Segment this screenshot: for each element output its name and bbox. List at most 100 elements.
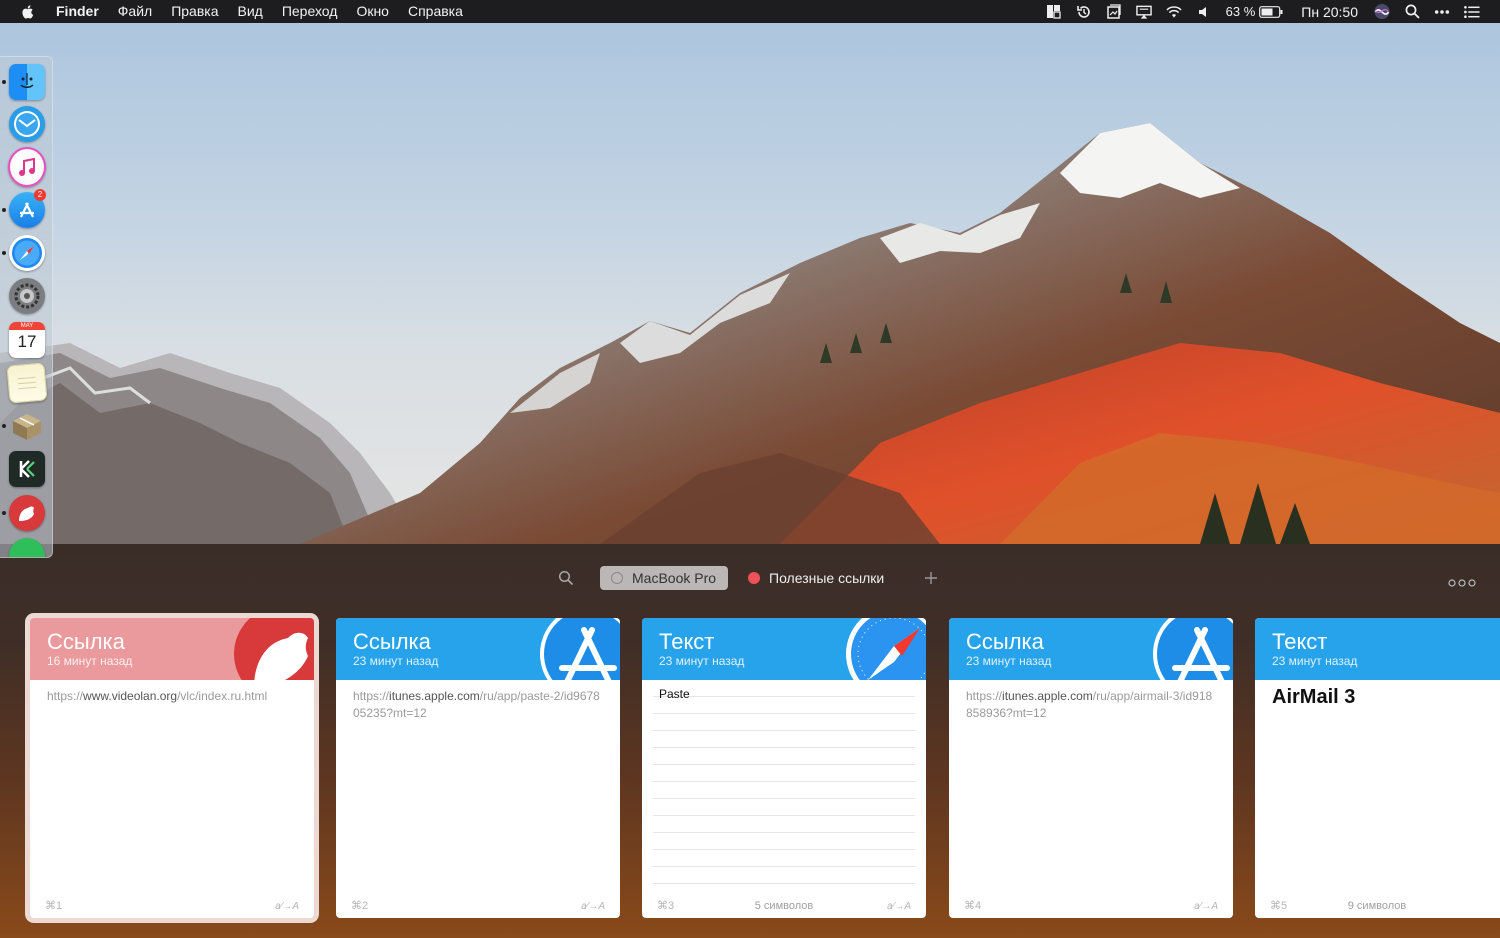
card-footer: ⌘2 a⁄→A (336, 894, 620, 918)
card-timestamp: 16 минут назад (47, 654, 133, 668)
add-pinboard-icon[interactable] (923, 570, 939, 586)
dock-app-store[interactable]: 2 (2, 189, 46, 229)
finder-icon (9, 64, 45, 100)
running-indicator (2, 511, 6, 515)
card-timestamp: 23 минут назад (353, 654, 439, 668)
card-text[interactable]: Paste (659, 687, 690, 701)
dock-finder[interactable] (2, 63, 46, 101)
card-shortcut: ⌘1 (45, 900, 63, 912)
text-format-icon[interactable]: a⁄→A (581, 901, 605, 912)
dock-bear[interactable] (2, 494, 46, 532)
running-indicator (2, 80, 6, 84)
card-header: Ссылка 23 минут назад (949, 618, 1233, 680)
safari-icon (9, 235, 45, 271)
url-path: /vlc/index.ru.html (177, 689, 268, 703)
volume-icon[interactable] (1196, 4, 1212, 20)
clipboard-card-1[interactable]: Ссылка 16 минут назад https://www.videol… (30, 618, 314, 918)
app-store-icon (1151, 618, 1233, 680)
time-machine-icon[interactable] (1076, 4, 1092, 20)
box-icon (9, 408, 45, 444)
pinboard-tab-links[interactable]: Полезные ссылки (748, 566, 884, 590)
card-header: Ссылка 16 минут назад (30, 618, 314, 680)
more-options-icon[interactable] (1448, 574, 1476, 587)
card-link[interactable]: https://www.videolan.org/vlc/index.ru.ht… (47, 688, 296, 705)
menu-bar: Finder Файл Правка Вид Переход Окно Спра… (0, 0, 1500, 23)
grid-layout-icon[interactable] (1046, 4, 1062, 20)
menu-edit[interactable]: Правка (171, 0, 218, 23)
menu-window[interactable]: Окно (356, 0, 389, 23)
siri-icon[interactable] (1374, 3, 1390, 20)
airmail-icon (9, 106, 45, 142)
kaleidoscope-icon (9, 451, 45, 487)
card-body: https://itunes.apple.com/ru/app/paste-2/… (336, 680, 620, 918)
app-store-badge: 2 (34, 189, 46, 201)
green-app-icon (9, 538, 45, 557)
text-format-icon[interactable]: a⁄→A (887, 901, 911, 912)
search-icon[interactable] (558, 570, 574, 586)
notification-center-icon[interactable] (1464, 4, 1480, 20)
dock-itunes[interactable] (8, 147, 46, 187)
card-link[interactable]: https://itunes.apple.com/ru/app/airmail-… (966, 688, 1215, 722)
card-footer: ⌘3 5 символов a⁄→A (642, 894, 926, 918)
url-scheme: https:// (353, 689, 390, 703)
dock-extra-app[interactable] (8, 537, 46, 557)
running-indicator (2, 251, 6, 255)
notes-stack-icon[interactable] (1106, 3, 1122, 20)
dock-airmail[interactable] (8, 105, 46, 143)
card-text[interactable]: AirMail 3 (1272, 686, 1355, 709)
card-timestamp: 23 минут назад (659, 654, 745, 668)
ruled-paper (653, 680, 915, 884)
card-body: https://www.videolan.org/vlc/index.ru.ht… (30, 680, 314, 918)
clipboard-card-3[interactable]: Текст 23 минут назад Paste ⌘3 5 символов… (642, 618, 926, 918)
clipboard-card-4[interactable]: Ссылка 23 минут назад https://itunes.app… (949, 618, 1233, 918)
dock: 2 MAY 17 (0, 56, 53, 558)
dock-calendar[interactable]: MAY 17 (8, 321, 46, 359)
url-scheme: https:// (966, 689, 1003, 703)
dock-safari[interactable] (2, 234, 46, 272)
url-host: www.videolan.org (83, 689, 178, 703)
dock-archive[interactable] (2, 407, 46, 445)
text-format-icon[interactable]: a⁄→A (1194, 901, 1218, 912)
menu-file[interactable]: Файл (118, 0, 152, 23)
apple-menu-icon[interactable] (20, 4, 36, 20)
app-store-icon (538, 618, 620, 680)
more-dots-icon[interactable] (1434, 4, 1450, 20)
menu-go[interactable]: Переход (282, 0, 338, 23)
wifi-icon[interactable] (1166, 4, 1182, 20)
card-type: Ссылка (353, 629, 431, 654)
url-scheme: https:// (47, 689, 84, 703)
menu-help[interactable]: Справка (408, 0, 463, 23)
pinboard-tab-label: Полезные ссылки (769, 570, 885, 586)
airplay-icon[interactable] (1135, 4, 1152, 20)
menu-view[interactable]: Вид (238, 0, 263, 23)
dock-system-preferences[interactable] (8, 277, 46, 315)
notes-icon (6, 362, 48, 404)
dock-kaleidoscope[interactable] (8, 450, 46, 488)
paste-panel: MacBook Pro Полезные ссылки Ссылка 16 ми… (0, 544, 1500, 938)
gear-icon (9, 278, 45, 314)
dock-notes[interactable] (6, 362, 48, 404)
spotlight-search-icon[interactable] (1404, 4, 1420, 20)
pinboard-color-dot (748, 572, 760, 584)
card-timestamp: 23 минут назад (1272, 654, 1358, 668)
card-header: Ссылка 23 минут назад (336, 618, 620, 680)
battery-icon[interactable] (1259, 4, 1283, 20)
menu-app-finder[interactable]: Finder (56, 0, 99, 23)
calendar-icon: MAY 17 (9, 322, 45, 358)
card-footer: ⌘5 9 символов (1255, 894, 1500, 918)
pinboard-tab-macbook[interactable]: MacBook Pro (600, 566, 728, 590)
battery-percent: 63 % (1225, 4, 1256, 19)
card-body: https://itunes.apple.com/ru/app/airmail-… (949, 680, 1233, 918)
bear-icon (9, 495, 45, 531)
url-host: itunes.apple.com (389, 689, 480, 703)
char-count: 5 символов (754, 900, 814, 912)
card-header: Текст 23 минут назад (642, 618, 926, 680)
clipboard-card-5[interactable]: Текст 23 минут назад AirMail 3 ⌘5 9 симв… (1255, 618, 1500, 918)
desktop-wallpaper (0, 23, 1500, 544)
clipboard-card-2[interactable]: Ссылка 23 минут назад https://itunes.app… (336, 618, 620, 918)
card-type: Текст (1272, 629, 1328, 654)
text-format-icon[interactable]: a⁄→A (275, 901, 299, 912)
card-link[interactable]: https://itunes.apple.com/ru/app/paste-2/… (353, 688, 602, 722)
clock[interactable]: Пн 20:50 (1301, 4, 1358, 20)
card-type: Ссылка (47, 629, 125, 654)
